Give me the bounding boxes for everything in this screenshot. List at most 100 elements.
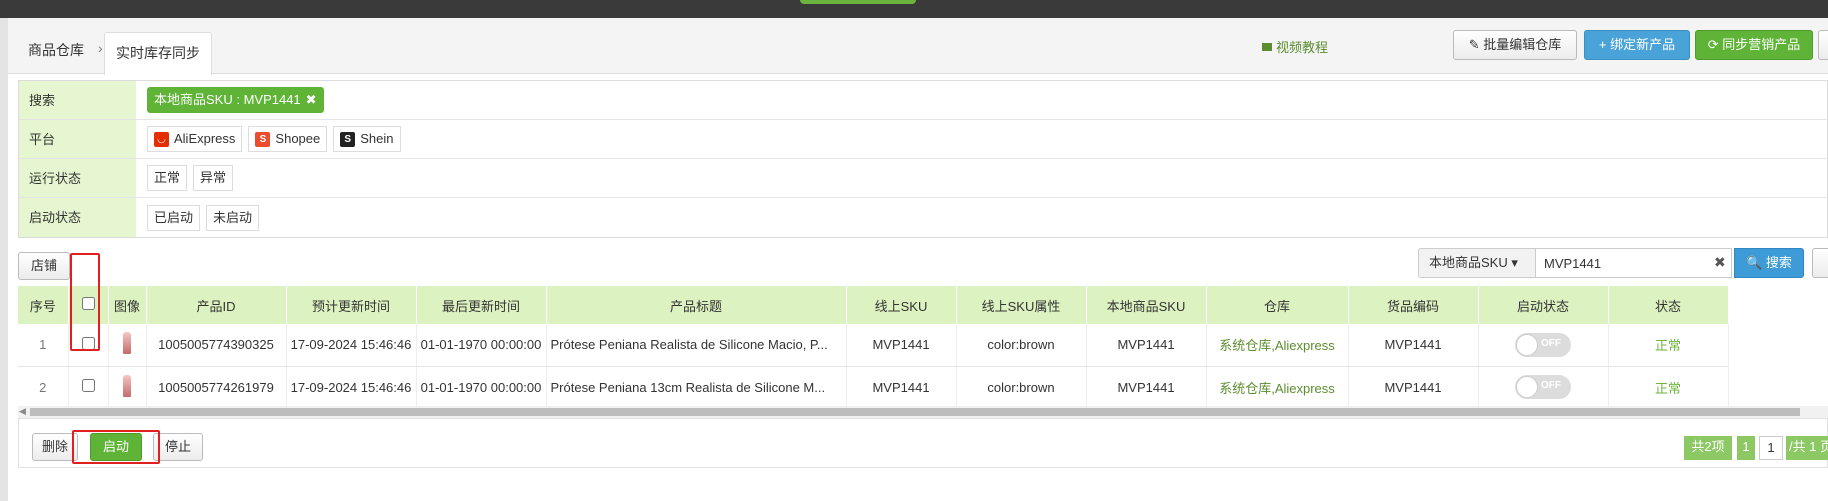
filter-row-platform: 平台 ◡ AliExpress S Shopee S Shein [19, 120, 1828, 159]
cell-next-update: 17-09-2024 15:46:46 [286, 324, 417, 367]
breadcrumb-home[interactable]: 商品仓库 [28, 40, 84, 60]
video-tutorial-label: 视频教程 [1276, 40, 1329, 55]
cell-image [108, 324, 147, 367]
cell-warehouse[interactable]: 系统仓库,Aliexpress [1206, 324, 1349, 367]
bind-new-product-button[interactable]: + 绑定新产品 [1584, 30, 1690, 60]
close-icon[interactable]: ✖ [306, 88, 317, 112]
platform-aliexpress[interactable]: ◡ AliExpress [147, 126, 243, 152]
cell-index: 1 [18, 324, 69, 367]
search-chip-label: 本地商品SKU : MVP1441 [154, 92, 301, 107]
more-button[interactable] [1818, 30, 1828, 60]
cell-local-sku: MVP1441 [1086, 324, 1207, 367]
cell-title[interactable]: Prótese Peniana 13cm Realista de Silicon… [546, 366, 847, 409]
table-row: 2 1005005774261979 17-09-2024 15:46:46 0… [18, 366, 1729, 409]
col-header-index: 序号 [18, 286, 69, 324]
cell-sku-attr: color:brown [956, 366, 1087, 409]
sync-marketing-button[interactable]: ⟳ 同步营销产品 [1695, 30, 1813, 60]
cell-start-toggle: OFF [1478, 366, 1609, 409]
top-bar [0, 0, 1828, 18]
cell-status: 正常 [1608, 366, 1729, 409]
col-header-status: 状态 [1608, 286, 1729, 324]
scrollbar-thumb[interactable] [30, 408, 1800, 416]
cell-title[interactable]: Prótese Peniana Realista de Silicone Mac… [546, 324, 847, 367]
cell-sku-attr: color:brown [956, 324, 1087, 367]
filter-options-run-status: 正常 异常 [147, 159, 234, 197]
col-header-last-update: 最后更新时间 [416, 286, 547, 324]
col-header-sku-attr: 线上SKU属性 [956, 286, 1087, 324]
cell-image [108, 366, 147, 409]
toggle-knob [1516, 333, 1538, 356]
filter-label-run-status: 运行状态 [19, 159, 136, 197]
sync-marketing-label: 同步营销产品 [1722, 37, 1801, 52]
store-button[interactable]: 店铺 [18, 252, 70, 280]
col-header-local-sku: 本地商品SKU [1086, 286, 1207, 324]
start-status-not-started[interactable]: 未启动 [206, 204, 260, 231]
col-header-image: 图像 [108, 286, 147, 324]
cell-product-id: 1005005774390325 [146, 324, 287, 367]
col-header-warehouse: 仓库 [1206, 286, 1349, 324]
cell-goods-code: MVP1441 [1348, 324, 1479, 367]
cell-goods-code: MVP1441 [1348, 366, 1479, 409]
shein-logo-icon: S [340, 131, 356, 147]
scroll-left-icon[interactable]: ◀ [19, 406, 26, 417]
top-accent [800, 0, 916, 4]
cell-next-update: 17-09-2024 15:46:46 [286, 366, 417, 409]
horizontal-scrollbar[interactable]: ◀ [18, 406, 1828, 418]
clear-search-icon[interactable]: ✖ [1714, 254, 1726, 271]
run-status-normal[interactable]: 正常 [147, 165, 188, 191]
start-toggle[interactable]: OFF [1515, 332, 1571, 357]
video-camera-icon [1262, 43, 1272, 51]
start-status-started[interactable]: 已启动 [147, 204, 201, 231]
cell-start-toggle: OFF [1478, 324, 1609, 367]
pagination-current-page[interactable]: 1 [1737, 436, 1755, 460]
table-header-row: 序号 图像 产品ID 预计更新时间 最后更新时间 产品标题 线上SKU 线上SK… [18, 286, 1729, 324]
cell-last-update: 01-01-1970 00:00:00 [416, 366, 547, 409]
col-header-title: 产品标题 [546, 286, 847, 324]
col-header-next-update: 预计更新时间 [286, 286, 417, 324]
cell-warehouse[interactable]: 系统仓库,Aliexpress [1206, 366, 1349, 409]
col-header-goods-code: 货品编码 [1348, 286, 1479, 324]
filter-options-start-status: 已启动 未启动 [147, 198, 260, 237]
filter-row-search: 搜索 本地商品SKU : MVP1441 ✖ [19, 81, 1828, 120]
left-edge [0, 18, 8, 501]
product-table: 序号 图像 产品ID 预计更新时间 最后更新时间 产品标题 线上SKU 线上SK… [18, 286, 1828, 409]
tab-inventory-sync[interactable]: 实时库存同步 [104, 32, 212, 75]
product-thumbnail[interactable] [123, 332, 131, 355]
video-tutorial-link[interactable]: 视频教程 [1262, 37, 1328, 56]
cell-last-update: 01-01-1970 00:00:00 [416, 324, 547, 367]
col-header-start-status: 启动状态 [1478, 286, 1609, 324]
cell-online-sku: MVP1441 [846, 366, 957, 409]
batch-edit-label: 批量编辑仓库 [1483, 37, 1562, 52]
run-status-abnormal[interactable]: 异常 [193, 165, 234, 191]
search-chip[interactable]: 本地商品SKU : MVP1441 ✖ [147, 87, 324, 113]
cell-select [68, 366, 109, 409]
cell-product-id: 1005005774261979 [146, 366, 287, 409]
platform-label: AliExpress [174, 131, 236, 146]
cell-local-sku: MVP1441 [1086, 366, 1207, 409]
toggle-label: OFF [1541, 380, 1561, 391]
filter-label-platform: 平台 [19, 120, 136, 158]
cell-status: 正常 [1608, 324, 1729, 367]
breadcrumb-separator: › [98, 40, 103, 56]
row-checkbox[interactable] [81, 379, 95, 392]
pagination-page-input[interactable]: 1 [1759, 436, 1783, 460]
batch-edit-warehouse-button[interactable]: ✎ 批量编辑仓库 [1453, 30, 1577, 60]
pagination-page-count: /共 1 页 [1786, 436, 1828, 460]
product-thumbnail[interactable] [123, 374, 131, 397]
platform-shein[interactable]: S Shein [333, 126, 401, 152]
col-header-online-sku: 线上SKU [846, 286, 957, 324]
filter-label-start-status: 启动状态 [19, 198, 136, 237]
search-button[interactable]: 🔍 搜索 [1734, 248, 1804, 278]
platform-shopee[interactable]: S Shopee [248, 126, 328, 152]
toggle-knob [1516, 376, 1538, 398]
start-toggle[interactable]: OFF [1515, 375, 1571, 399]
extra-button[interactable] [1812, 248, 1828, 278]
table-row: 1 1005005774390325 17-09-2024 15:46:46 0… [18, 324, 1729, 367]
search-input[interactable] [1536, 248, 1732, 278]
stop-button[interactable]: 停止 [153, 433, 203, 461]
search-button-label: 搜索 [1765, 255, 1792, 270]
filter-options-platform: ◡ AliExpress S Shopee S Shein [147, 120, 401, 158]
search-type-select[interactable]: 本地商品SKU ▾ [1418, 248, 1536, 278]
col-header-product-id: 产品ID [146, 286, 287, 324]
aliexpress-logo-icon: ◡ [154, 131, 169, 147]
